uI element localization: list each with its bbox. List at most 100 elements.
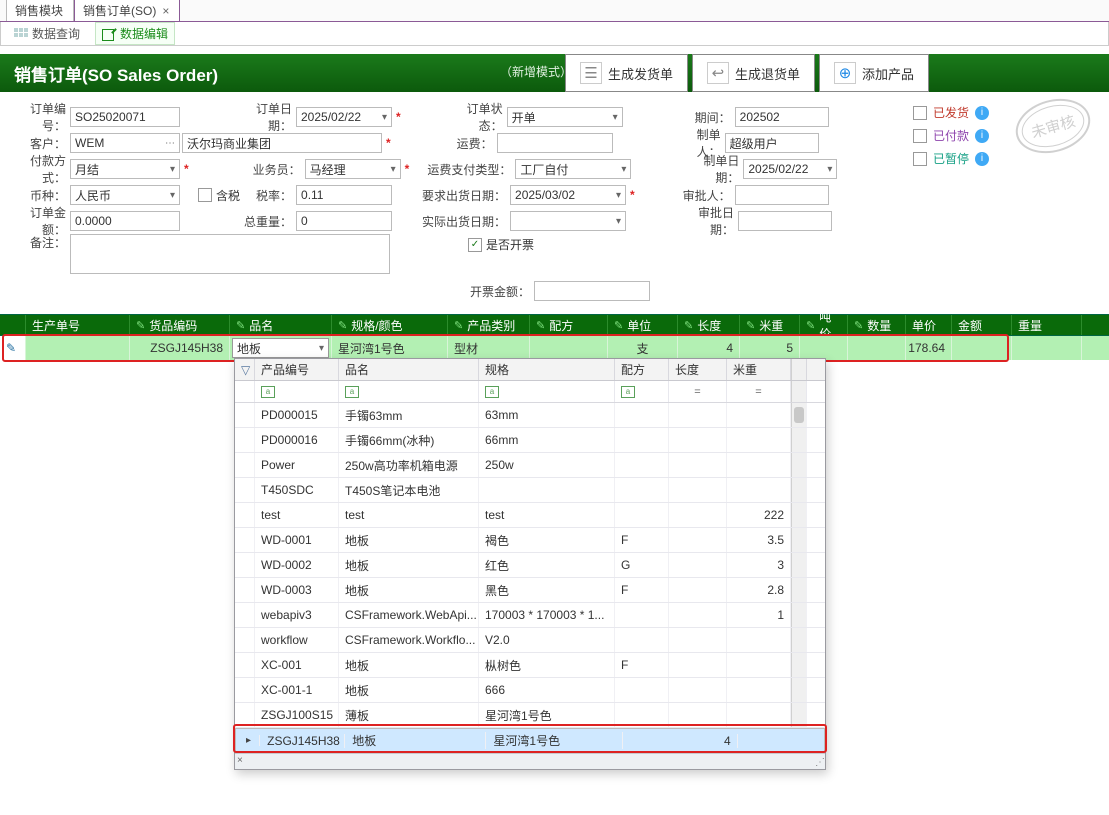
col-category[interactable]: ✎产品类别 xyxy=(448,315,530,335)
col-unit[interactable]: ✎单位 xyxy=(608,315,678,335)
col-code[interactable]: ✎货品编码 xyxy=(130,315,230,335)
gen-return-button[interactable]: ↩生成退货单 xyxy=(692,54,815,92)
lookup-row[interactable]: Power250w高功率机箱电源250w xyxy=(235,453,825,478)
approve-date-input[interactable] xyxy=(738,211,832,231)
lbl-approver: 审批人： xyxy=(673,187,735,204)
status-select[interactable]: 开单▾ xyxy=(507,107,623,127)
sub-tabs: 数据查询 数据编辑 xyxy=(0,22,1109,46)
close-icon[interactable]: × xyxy=(162,4,169,18)
pay-select[interactable]: 月结▾ xyxy=(70,159,180,179)
invoice-amt-input[interactable] xyxy=(534,281,650,301)
lbl-customer: 客户： xyxy=(10,135,70,152)
tab-module[interactable]: 销售模块 xyxy=(6,0,74,21)
cell-code[interactable]: ZSGJ145H38 xyxy=(130,336,230,360)
filter-text-icon[interactable]: a xyxy=(485,386,499,398)
filter-text-icon[interactable]: a xyxy=(345,386,359,398)
cell-length[interactable]: 4 xyxy=(678,336,740,360)
currency-select[interactable]: 人民币▾ xyxy=(70,185,180,205)
col-spec[interactable]: ✎规格/颜色 xyxy=(332,315,448,335)
lookup-row[interactable]: ZSGJ100S15薄板星河湾1号色 xyxy=(235,703,825,728)
order-date-select[interactable]: 2025/02/22▾ xyxy=(296,107,392,127)
tab-so[interactable]: 销售订单(SO)× xyxy=(74,0,180,21)
info-icon[interactable]: i xyxy=(975,152,989,166)
tax-checkbox[interactable] xyxy=(198,188,212,202)
amount-input[interactable] xyxy=(70,211,180,231)
cell-spec[interactable]: 星河湾1号色 xyxy=(332,336,448,360)
col-name[interactable]: ✎品名 xyxy=(230,315,332,335)
module-tabs: 销售模块 销售订单(SO)× xyxy=(0,0,1109,22)
actual-ship-select[interactable]: ▾ xyxy=(510,211,626,231)
cell-category[interactable]: 型材 xyxy=(448,336,530,360)
dd-col-code[interactable]: 产品编号 xyxy=(255,359,339,380)
col-price[interactable]: 单价 xyxy=(906,315,952,335)
lbl-status: 订单状态： xyxy=(447,100,507,134)
lookup-row[interactable]: T450SDCT450S笔记本电池 xyxy=(235,478,825,503)
freight-input[interactable] xyxy=(497,133,613,153)
dd-col-spec[interactable]: 规格 xyxy=(479,359,615,380)
dd-col-len[interactable]: 长度 xyxy=(669,359,727,380)
return-icon: ↩ xyxy=(707,62,729,84)
chk-paid[interactable]: 已付款i xyxy=(913,127,989,144)
dd-col-recipe[interactable]: 配方 xyxy=(615,359,669,380)
lookup-row[interactable]: PD000015手镯63mm63mm xyxy=(235,403,825,428)
lookup-row[interactable]: ZSGJ145H38地板星河湾1号色4 xyxy=(235,728,825,753)
lbl-rate: 税率： xyxy=(254,187,296,204)
lookup-row[interactable]: WD-0002地板红色G3 xyxy=(235,553,825,578)
close-icon[interactable]: × xyxy=(237,755,243,766)
filter-text-icon[interactable]: a xyxy=(261,386,275,398)
req-ship-select[interactable]: 2025/03/02▾ xyxy=(510,185,626,205)
lookup-row[interactable]: XC-001-1地板666 xyxy=(235,678,825,703)
create-date-select[interactable]: 2025/02/22▾ xyxy=(743,159,837,179)
grid-header: 生产单号 ✎货品编码 ✎品名 ✎规格/颜色 ✎产品类别 ✎配方 ✎单位 ✎长度 … xyxy=(0,314,1109,336)
lookup-row[interactable]: WD-0003地板黑色F2.8 xyxy=(235,578,825,603)
rate-input[interactable] xyxy=(296,185,392,205)
dd-col-mw[interactable]: 米重 xyxy=(727,359,791,380)
col-amount[interactable]: 金额 xyxy=(952,315,1012,335)
grid-row[interactable]: ✎ ZSGJ145H38 地板▾ 星河湾1号色 型材 支 4 5 178.64 xyxy=(0,336,1109,360)
col-ton-price[interactable]: ✎吨价 xyxy=(800,315,848,335)
lookup-row[interactable]: WD-0001地板褐色F3.5 xyxy=(235,528,825,553)
cell-price[interactable]: 178.64 xyxy=(906,336,952,360)
gen-delivery-button[interactable]: ☰生成发货单 xyxy=(565,54,688,92)
chk-shipped[interactable]: 已发货i xyxy=(913,104,989,121)
lbl-amount: 订单金额： xyxy=(10,204,70,238)
freight-pay-select[interactable]: 工厂自付▾ xyxy=(515,159,631,179)
chk-paused[interactable]: 已暂停i xyxy=(913,150,989,167)
col-mweight[interactable]: ✎米重 xyxy=(740,315,800,335)
customer-name-input[interactable] xyxy=(182,133,382,153)
lbl-req-ship: 要求出货日期： xyxy=(418,187,510,204)
invoice-checkbox[interactable]: ✓ xyxy=(468,238,482,252)
customer-select[interactable]: WEM⋯ xyxy=(70,133,180,153)
approver-input[interactable] xyxy=(735,185,829,205)
sales-select[interactable]: 马经理▾ xyxy=(305,159,401,179)
info-icon[interactable]: i xyxy=(975,106,989,120)
info-icon[interactable]: i xyxy=(975,129,989,143)
cell-unit[interactable]: 支 xyxy=(608,336,678,360)
lookup-row[interactable]: PD000016手镯66mm(冰种)66mm xyxy=(235,428,825,453)
order-no-input[interactable] xyxy=(70,107,180,127)
lookup-row[interactable]: workflowCSFramework.Workflo...V2.0 xyxy=(235,628,825,653)
col-prod-order[interactable]: 生产单号 xyxy=(26,315,130,335)
lookup-row[interactable]: testtesttest222 xyxy=(235,503,825,528)
name-editor[interactable]: 地板▾ xyxy=(232,338,329,358)
doc-icon: ☰ xyxy=(580,62,602,84)
col-qty[interactable]: ✎数量 xyxy=(848,315,906,335)
add-product-button[interactable]: ⊕添加产品 xyxy=(819,54,929,92)
subtab-edit[interactable]: 数据编辑 xyxy=(95,22,175,45)
col-recipe[interactable]: ✎配方 xyxy=(530,315,608,335)
filter-text-icon[interactable]: a xyxy=(621,386,635,398)
cell-mweight[interactable]: 5 xyxy=(740,336,800,360)
creator-input[interactable] xyxy=(725,133,819,153)
lookup-row[interactable]: XC-001地板枞树色F xyxy=(235,653,825,678)
period-input[interactable] xyxy=(735,107,829,127)
lbl-remark: 备注： xyxy=(10,234,70,251)
weight-input[interactable] xyxy=(296,211,392,231)
remark-input[interactable] xyxy=(70,234,390,274)
dd-col-name[interactable]: 品名 xyxy=(339,359,479,380)
col-length[interactable]: ✎长度 xyxy=(678,315,740,335)
col-weight[interactable]: 重量 xyxy=(1012,315,1082,335)
resize-grip-icon[interactable]: ⋰ xyxy=(815,757,823,768)
lookup-row[interactable]: webapiv3CSFramework.WebApi...170003 * 17… xyxy=(235,603,825,628)
filter-icon[interactable]: ▽ xyxy=(235,359,255,380)
subtab-query[interactable]: 数据查询 xyxy=(7,22,87,45)
